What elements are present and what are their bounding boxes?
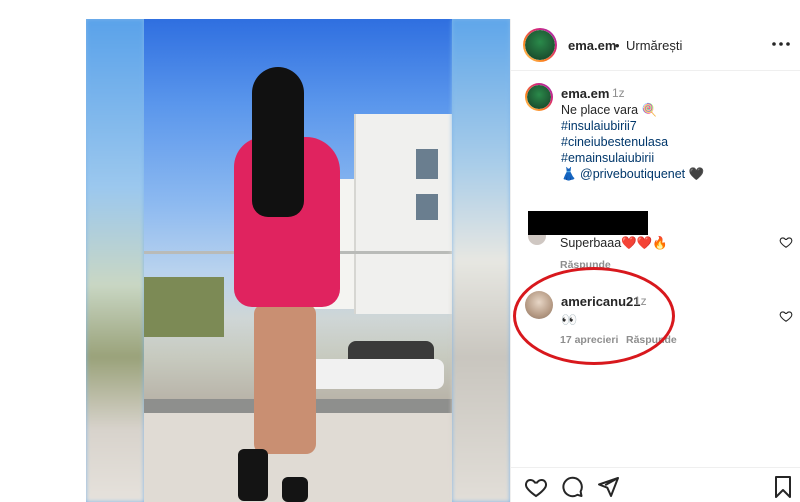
image-blur-right xyxy=(452,19,510,502)
caption-username[interactable]: ema.em xyxy=(561,86,609,101)
caption-text: Ne place vara 🍭 xyxy=(561,103,658,117)
heart-icon[interactable] xyxy=(524,475,548,499)
author-avatar[interactable] xyxy=(523,28,557,62)
highlight-ellipse xyxy=(513,267,675,365)
comment-text: Superbaaa❤️❤️🔥 xyxy=(560,236,668,250)
comment-icon[interactable] xyxy=(560,475,584,499)
image-window xyxy=(416,194,438,220)
post-side-panel: ema.em • Urmărești ema.em 1z Ne place va… xyxy=(510,19,800,502)
heart-icon[interactable] xyxy=(779,235,793,249)
following-button[interactable]: Urmărești xyxy=(626,38,682,53)
more-options-icon[interactable] xyxy=(769,32,793,56)
image-car xyxy=(304,359,444,389)
caption-mention[interactable]: 👗 @priveboutiquenet 🖤 xyxy=(561,167,704,182)
bookmark-icon[interactable] xyxy=(771,475,795,499)
heart-icon[interactable] xyxy=(779,309,793,323)
image-window xyxy=(416,149,438,179)
header-separator: • xyxy=(615,38,620,53)
share-icon[interactable] xyxy=(596,475,620,499)
image-figure-legs xyxy=(254,304,316,454)
image-figure-shoe xyxy=(282,477,308,502)
post-actions-bar xyxy=(511,467,800,502)
image-grass xyxy=(144,277,224,337)
caption-avatar[interactable] xyxy=(525,83,553,111)
image-blur-left xyxy=(86,19,144,502)
author-username[interactable]: ema.em xyxy=(568,38,616,53)
caption-hashtag[interactable]: #cineiubestenulasa xyxy=(561,135,668,149)
redaction-box xyxy=(528,211,648,235)
page-background xyxy=(0,0,86,502)
image-figure-shoe xyxy=(238,449,268,501)
image-figure-hair xyxy=(252,67,304,217)
post-image[interactable] xyxy=(86,19,510,502)
post-header: ema.em • Urmărești xyxy=(511,19,800,71)
caption-hashtag[interactable]: #emainsulaiubirii xyxy=(561,151,654,165)
caption-hashtag[interactable]: #insulaiubirii7 xyxy=(561,119,637,133)
caption-time: 1z xyxy=(612,86,625,100)
